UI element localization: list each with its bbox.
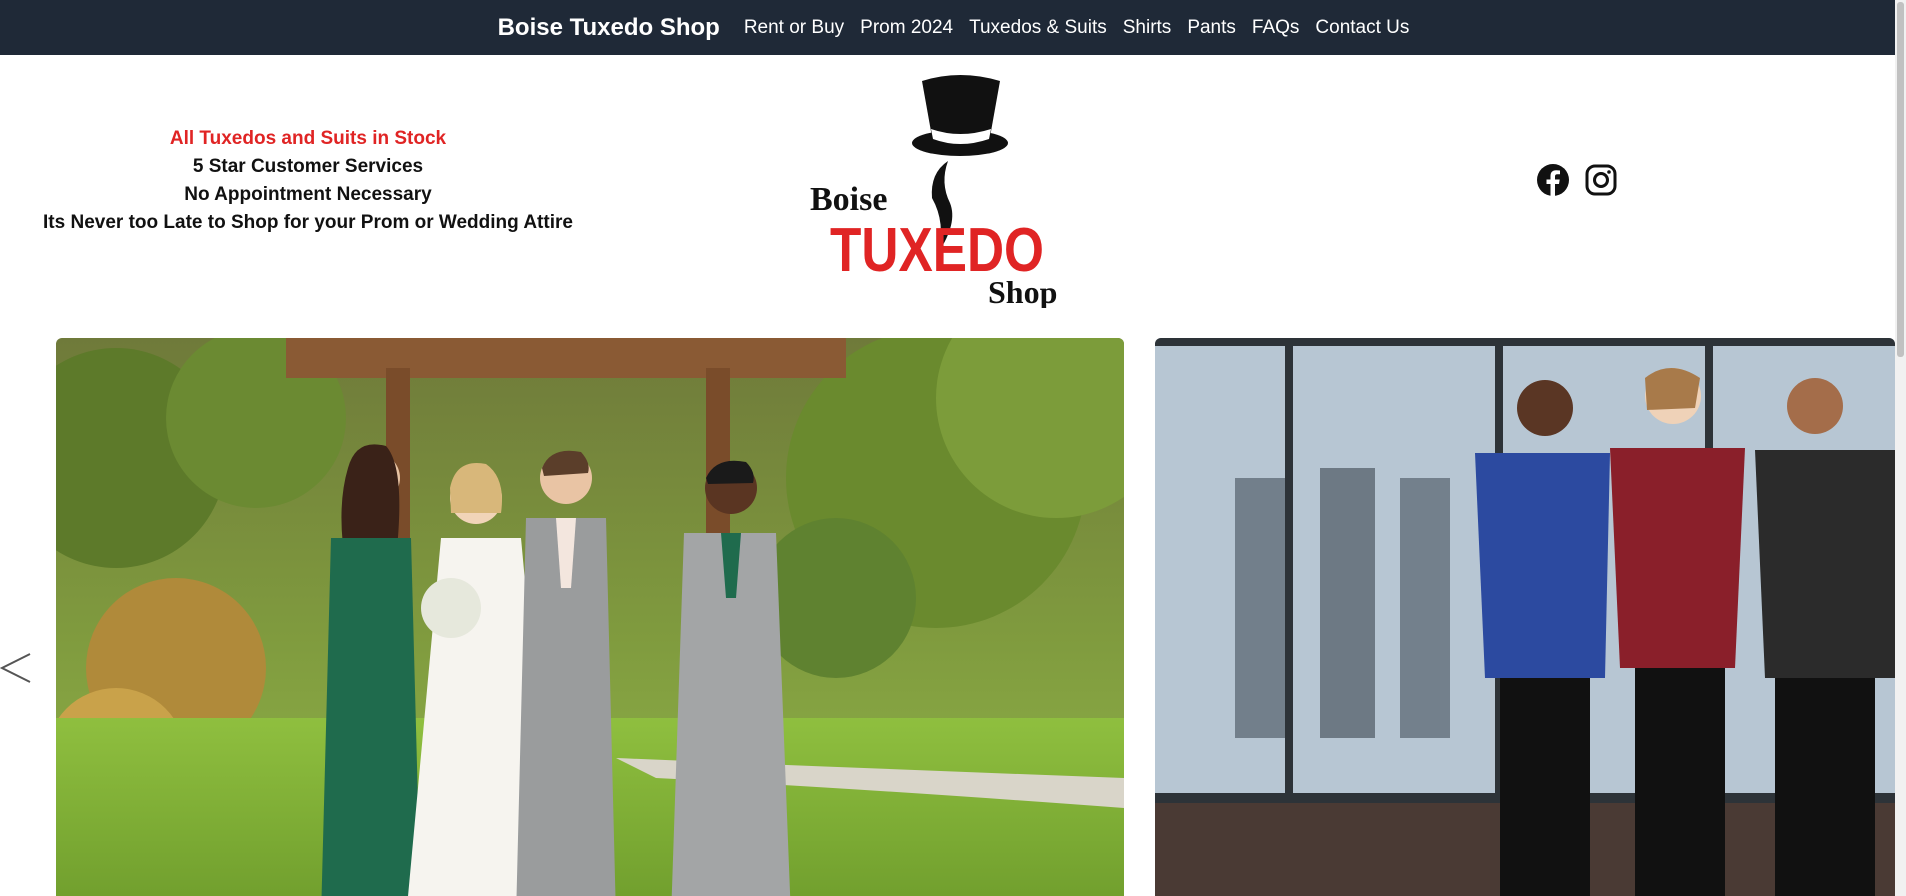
nav-link-faqs[interactable]: FAQs [1252,17,1300,39]
logo-word-shop: Shop [988,274,1057,308]
tagline-no-appointment: No Appointment Necessary [184,184,432,205]
nav-link-pants[interactable]: Pants [1187,17,1236,39]
instagram-icon[interactable] [1584,163,1618,197]
tagline-never-too-late: Its Never too Late to Shop for your Prom… [43,212,573,233]
tagline-customer-service: 5 Star Customer Services [192,156,424,177]
man-black-tuxedo [1755,378,1895,896]
logo-word-boise: Boise [810,181,887,218]
nav-link-rent-or-buy[interactable]: Rent or Buy [744,17,844,39]
scrollbar-thumb[interactable] [1897,2,1904,357]
nav-link-prom-2024[interactable]: Prom 2024 [860,17,953,39]
page-header: All Tuxedos and Suits in Stock 5 Star Cu… [0,55,1895,335]
image-carousel[interactable] [0,338,1895,896]
top-hat-icon [912,75,1008,156]
nav-link-contact-us[interactable]: Contact Us [1315,17,1409,39]
facebook-icon[interactable] [1536,163,1570,197]
wedding-party-photo[interactable] [56,338,1124,896]
chevron-left-icon[interactable] [0,638,36,698]
nav-link-shirts[interactable]: Shirts [1123,17,1172,39]
tagline-in-stock: All Tuxedos and Suits in Stock [169,128,447,149]
social-links [1536,163,1618,197]
vertical-scrollbar[interactable] [1895,0,1906,896]
nav-link-tuxedos-suits[interactable]: Tuxedos & Suits [969,17,1107,39]
brand-link[interactable]: Boise Tuxedo Shop [498,14,720,42]
shop-logo[interactable]: Boise TUXEDO Shop [800,63,1080,308]
top-navigation-bar: Boise Tuxedo Shop Rent or Buy Prom 2024 … [0,0,1895,55]
prom-tuxedos-photo[interactable] [1155,338,1895,896]
taglines: All Tuxedos and Suits in Stock 5 Star Cu… [40,125,576,237]
